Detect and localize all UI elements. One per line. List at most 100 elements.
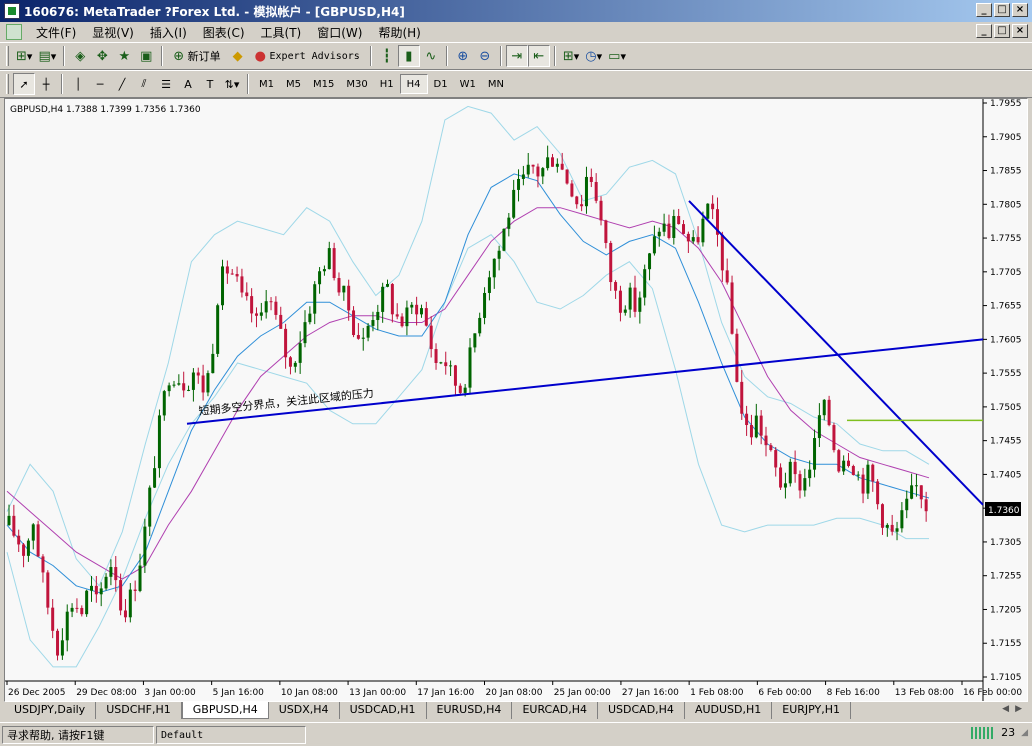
chart-header: GBPUSD,H4 1.7388 1.7399 1.7356 1.7360 (10, 105, 201, 115)
text-label-icon[interactable]: T (199, 73, 221, 95)
line-chart-icon[interactable]: ∿ (420, 45, 442, 67)
bear-candle (876, 481, 880, 505)
data-window-icon[interactable]: ★ (113, 45, 135, 67)
tab-usdx-h4[interactable]: USDX,H4 (269, 702, 340, 719)
timeframe-m15[interactable]: M15 (307, 74, 340, 94)
timeframe-m5[interactable]: M5 (280, 74, 307, 94)
tab-scroll-right-icon[interactable]: ▶ (1015, 704, 1022, 714)
toolbar-grip[interactable] (6, 46, 9, 66)
timeframe-m1[interactable]: M1 (253, 74, 280, 94)
bear-candle (550, 157, 554, 167)
bear-candle (851, 466, 855, 475)
bear-candle (720, 234, 724, 271)
bear-candle (41, 556, 45, 573)
terminal-icon[interactable]: ▣ (135, 45, 157, 67)
bear-candle (924, 499, 928, 512)
bull-candle (584, 176, 588, 207)
channel-icon[interactable]: ⫽ (133, 73, 155, 95)
vertical-line-icon[interactable]: │ (67, 73, 89, 95)
minimize-button[interactable]: _ (976, 3, 992, 17)
bull-candle (128, 589, 132, 618)
mdi-minimize-button[interactable]: _ (976, 24, 992, 38)
price-chart[interactable]: 1.7955 1.7905 1.7855 1.7805 1.7755 1.7705 1.76… (5, 99, 1027, 701)
timeframe-d1[interactable]: D1 (428, 74, 454, 94)
menu-help[interactable]: 帮助(H) (370, 24, 428, 41)
metaeditor-icon[interactable]: ◆ (227, 45, 249, 67)
tab-usdcad-h4[interactable]: USDCAD,H4 (598, 702, 685, 719)
tab-usdchf-h1[interactable]: USDCHF,H1 (96, 702, 182, 719)
bar-chart-icon[interactable]: ┇ (376, 45, 398, 67)
bear-candle (594, 181, 598, 201)
chart-window-icon[interactable] (6, 24, 22, 40)
bull-candle (313, 284, 317, 314)
templates-icon[interactable]: ▭ ▾ (605, 45, 629, 67)
close-button[interactable]: × (1012, 3, 1028, 17)
timeframe-h4[interactable]: H4 (399, 74, 428, 94)
market-watch-icon[interactable]: ◈ (69, 45, 91, 67)
menu-view[interactable]: 显视(V) (84, 24, 142, 41)
bull-candle (386, 284, 390, 287)
navigator-icon[interactable]: ✥ (91, 45, 113, 67)
new-chart-icon[interactable]: ⊞ ▾ (13, 45, 35, 67)
tab-gbpusd-h4[interactable]: GBPUSD,H4 (181, 702, 269, 719)
bull-candle (507, 217, 511, 229)
tab-usdcad-h1[interactable]: USDCAD,H1 (340, 702, 427, 719)
fibonacci-icon[interactable]: ☰ (155, 73, 177, 95)
status-profile[interactable]: Default (156, 725, 306, 744)
status-bar: 寻求帮助, 请按F1键 Default 23 ◢ (0, 722, 1032, 746)
timeframe-mn[interactable]: MN (482, 74, 510, 94)
arrows-icon[interactable]: ⇅▾ (221, 73, 243, 95)
zoom-out-icon[interactable]: ⊖ (474, 45, 496, 67)
tab-eurjpy-h1[interactable]: EURJPY,H1 (772, 702, 852, 719)
indicators-icon[interactable]: ⊞ ▾ (560, 45, 582, 67)
maximize-button[interactable]: □ (994, 3, 1010, 17)
timeframe-h1[interactable]: H1 (374, 74, 400, 94)
tab-scroll: ◀ ▶ (1002, 704, 1022, 714)
new-order-button[interactable]: ⊕ 新订单 (167, 45, 226, 67)
menu-insert[interactable]: 插入(I) (142, 24, 195, 41)
connection-bars-icon (971, 726, 996, 739)
tab-eurusd-h4[interactable]: EURUSD,H4 (427, 702, 513, 719)
menu-window[interactable]: 窗口(W) (309, 24, 370, 41)
bull-candle (143, 526, 147, 566)
text-icon[interactable]: A (177, 73, 199, 95)
bear-candle (725, 270, 729, 283)
bull-candle (211, 353, 215, 374)
separator (369, 46, 372, 66)
autoscroll-icon[interactable]: ⇥ (505, 45, 528, 67)
bear-candle (225, 266, 229, 274)
separator (61, 74, 63, 94)
menu-file[interactable]: 文件(F) (28, 24, 84, 41)
bear-candle (240, 276, 244, 293)
bull-candle (517, 178, 521, 190)
cursor-icon[interactable]: ➚ (13, 73, 35, 95)
timeframe-m30[interactable]: M30 (340, 74, 373, 94)
toolbar-grip[interactable] (6, 74, 9, 94)
bear-candle (337, 278, 341, 293)
menu-charts[interactable]: 图表(C) (195, 24, 253, 41)
mdi-controls: _ □ × (976, 24, 1028, 38)
horizontal-line-icon[interactable]: ─ (89, 73, 111, 95)
zoom-in-icon[interactable]: ⊕ (452, 45, 474, 67)
bull-candle (157, 415, 161, 469)
bear-candle (565, 169, 569, 184)
expert-advisors-button[interactable]: ● Expert Advisors (249, 45, 366, 67)
trendline-icon[interactable]: ╱ (111, 73, 133, 95)
chart-shift-icon[interactable]: ⇤ (527, 45, 550, 67)
mdi-close-button[interactable]: × (1012, 24, 1028, 38)
periods-icon[interactable]: ◷ ▾ (582, 45, 605, 67)
tab-audusd-h1[interactable]: AUDUSD,H1 (685, 702, 773, 719)
menu-tools[interactable]: 工具(T) (253, 24, 310, 41)
mdi-restore-button[interactable]: □ (994, 24, 1010, 38)
bull-candle (439, 362, 443, 364)
crosshair-icon[interactable]: ┼ (35, 73, 57, 95)
tab-scroll-left-icon[interactable]: ◀ (1002, 704, 1009, 714)
timeframe-w1[interactable]: W1 (454, 74, 482, 94)
tab-usdjpy-daily[interactable]: USDJPY,Daily (4, 702, 97, 719)
profiles-icon[interactable]: ▤ ▾ (35, 45, 59, 67)
chart-window[interactable]: 1.7955 1.7905 1.7855 1.7805 1.7755 1.7705 1.76… (4, 98, 1028, 702)
bull-candle (187, 389, 191, 391)
tab-eurcad-h4[interactable]: EURCAD,H4 (512, 702, 598, 719)
price-tick-label: 1.7605 (990, 335, 1022, 345)
candlestick-icon[interactable]: ▮ (397, 45, 420, 67)
